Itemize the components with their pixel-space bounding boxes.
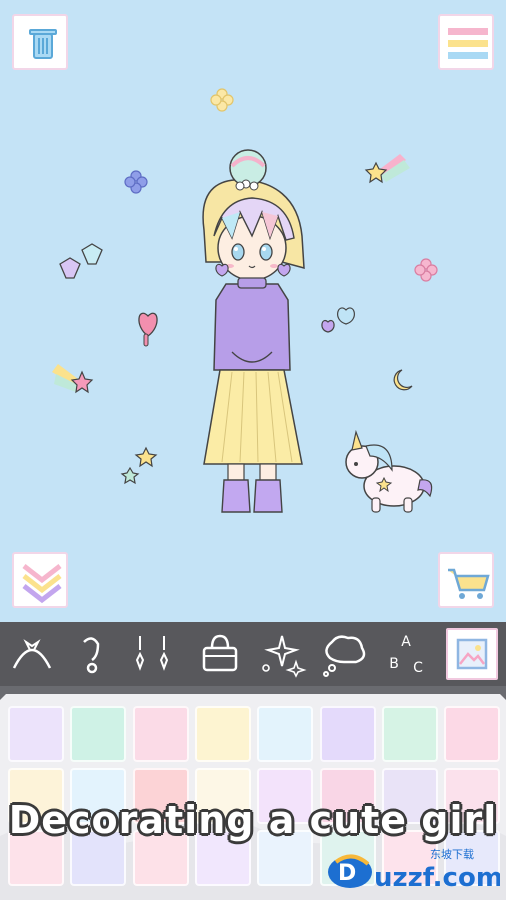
trash-icon: [29, 29, 57, 59]
tab-speech-bubble[interactable]: [318, 628, 370, 680]
tab-headband[interactable]: [6, 628, 58, 680]
background-swatch[interactable]: [8, 706, 64, 762]
chevron-down-icon: [22, 564, 62, 604]
dress-up-canvas[interactable]: [0, 0, 506, 622]
svg-text:D: D: [338, 861, 356, 886]
tab-sparkles[interactable]: [256, 628, 308, 680]
letter-b: B: [389, 656, 399, 672]
girl-character[interactable]: [202, 149, 305, 513]
tab-necklace[interactable]: [126, 628, 178, 680]
tab-background[interactable]: [446, 628, 498, 680]
collapse-button[interactable]: [12, 552, 68, 608]
watermark-logo: D 东坡下载 uzzf.com: [328, 848, 503, 893]
letter-c: C: [413, 660, 423, 676]
flower-sticker-blue: [124, 170, 148, 194]
sparkles-icon: [262, 635, 307, 678]
promo-caption: Decorating a cute girl: [8, 798, 498, 842]
background-swatch[interactable]: [70, 706, 127, 762]
shopping-cart-icon: [448, 568, 490, 599]
background-image-icon: [456, 638, 488, 670]
gem-sticker: [59, 243, 103, 279]
background-swatch[interactable]: [194, 706, 251, 762]
shop-button[interactable]: [438, 552, 494, 608]
earring-icon: [83, 637, 100, 674]
flower-sticker: [210, 88, 234, 112]
menu-button[interactable]: [438, 14, 494, 70]
background-swatch[interactable]: [381, 706, 438, 762]
speech-bubble-icon: [323, 635, 366, 677]
star-stickers: [120, 446, 158, 485]
unicorn-sticker[interactable]: [345, 429, 433, 513]
site-watermark: D 东坡下载 uzzf.com: [322, 840, 503, 896]
tab-letters[interactable]: A B C: [380, 628, 432, 680]
background-swatch[interactable]: [257, 706, 314, 762]
headband-icon: [12, 639, 52, 669]
necklace-icon: [135, 636, 169, 671]
scene: [52, 88, 438, 513]
trash-button[interactable]: [12, 14, 68, 70]
category-toolbar: A B C: [0, 622, 506, 686]
moon-sticker: [393, 369, 413, 391]
background-swatch[interactable]: [132, 706, 189, 762]
flower-sticker-pink: [414, 258, 438, 282]
abc-letters-icon: A B C: [389, 634, 423, 676]
small-hearts-sticker: [321, 307, 355, 333]
menu-icon: [448, 28, 488, 59]
shooting-star-sticker: [364, 154, 410, 184]
tab-earring[interactable]: [66, 628, 118, 680]
tab-bag[interactable]: [194, 628, 246, 680]
background-swatch[interactable]: [319, 706, 376, 762]
background-swatch[interactable]: [444, 706, 501, 762]
watermark-brand: uzzf.com: [374, 863, 500, 893]
shooting-star-sticker-2: [52, 364, 94, 394]
letter-a: A: [401, 634, 411, 650]
watermark-sub: 东坡下载: [430, 848, 474, 861]
heart-drip-sticker: [138, 312, 158, 347]
bag-icon: [202, 634, 238, 672]
